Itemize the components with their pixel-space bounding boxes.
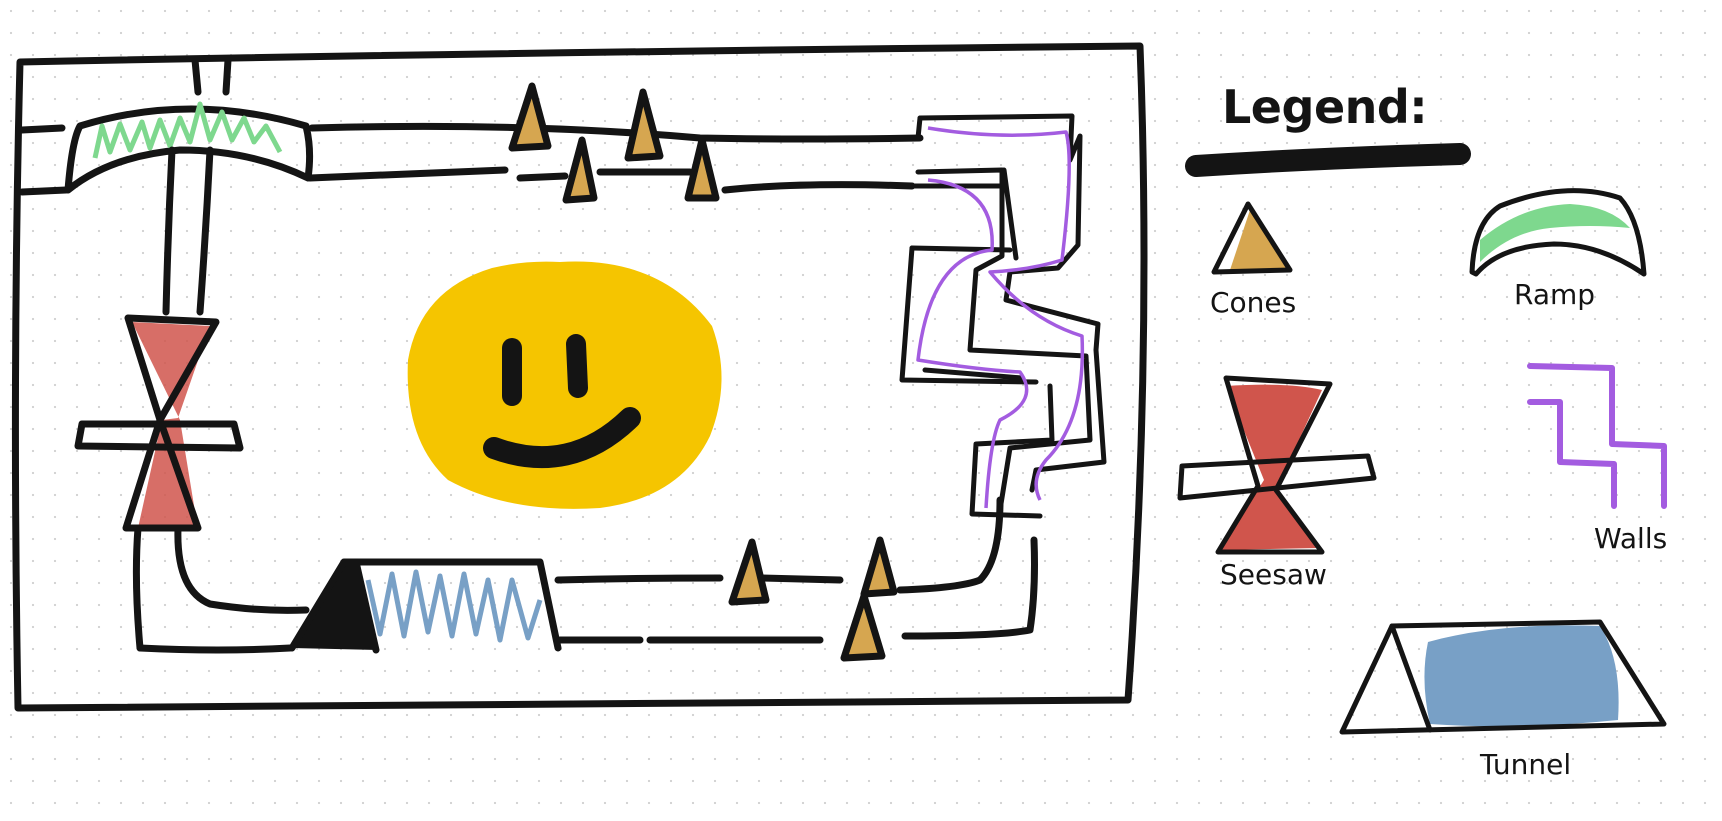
legend-label-walls: Walls <box>1594 522 1668 555</box>
smiley-face <box>407 261 722 509</box>
cone <box>684 136 720 202</box>
legend-label-cones: Cones <box>1210 286 1297 319</box>
cone <box>508 82 552 152</box>
cone <box>562 136 598 204</box>
cone <box>728 538 770 606</box>
track-walls <box>899 113 1107 519</box>
legend-label-ramp: Ramp <box>1514 278 1596 311</box>
bottom-track <box>554 496 1038 644</box>
left-pipe <box>132 146 310 654</box>
cone <box>840 592 886 662</box>
track-seesaw <box>74 314 244 532</box>
legend-label-tunnel: Tunnel <box>1480 748 1572 781</box>
cone <box>860 536 898 598</box>
track-tunnel <box>288 558 562 654</box>
legend-title: Legend: <box>1222 80 1428 134</box>
track-ramp <box>64 101 314 194</box>
legend-ramp-icon <box>1469 188 1647 277</box>
legend-seesaw-icon <box>1177 375 1377 555</box>
cone <box>624 88 664 162</box>
legend-walls-icon <box>1527 363 1667 509</box>
legend-cone-icon <box>1211 201 1293 275</box>
whiteboard-canvas <box>0 0 1722 816</box>
legend-tunnel-icon <box>1339 619 1667 735</box>
legend-underline <box>1185 143 1471 177</box>
course-diagram <box>11 42 1667 735</box>
legend-label-seesaw: Seesaw <box>1220 558 1327 591</box>
